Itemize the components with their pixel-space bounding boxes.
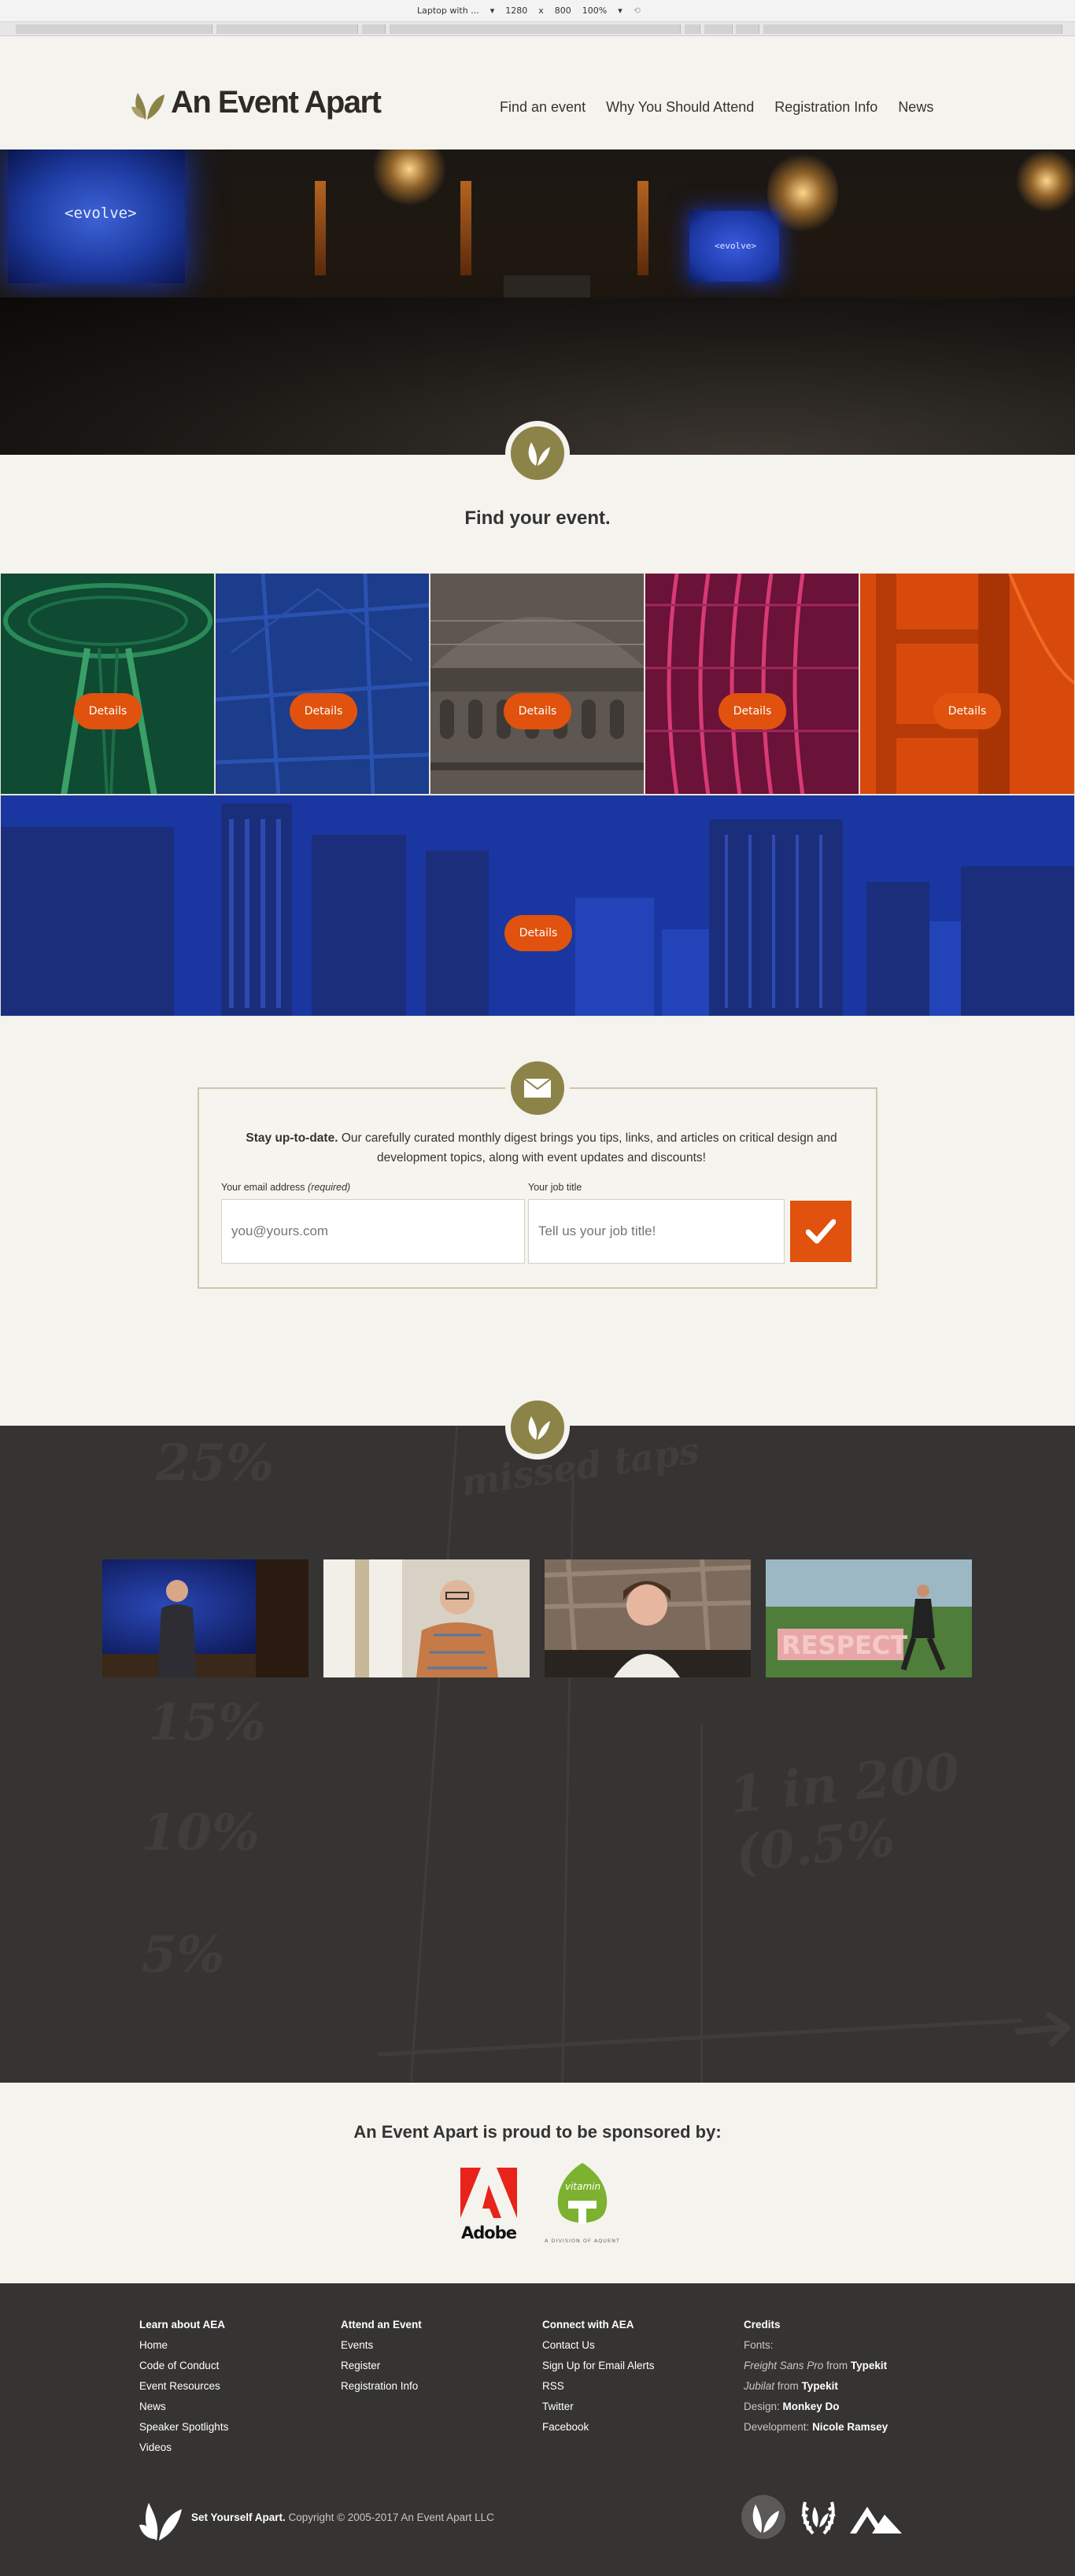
footer-link-videos[interactable]: Videos: [139, 2438, 228, 2458]
video-thumbnail-portrait-man[interactable]: [323, 1559, 530, 1677]
event-tile-san-francisco[interactable]: Details: [859, 573, 1075, 795]
event-tile-skyline[interactable]: Details: [0, 795, 1075, 1017]
footer-col-connect: Connect with AEA Contact Us Sign Up for …: [542, 2315, 655, 2438]
footer-link-speaker-spotlights[interactable]: Speaker Spotlights: [139, 2417, 228, 2438]
device-select[interactable]: Laptop with ...: [417, 6, 479, 16]
logo-text: An Event Apart: [171, 84, 382, 120]
credits-fonts-label: Fonts:: [744, 2339, 774, 2351]
video-section: 25% missed taps 15% 10% 1 in 200 (0.5% 5…: [0, 1426, 1075, 2083]
credits-development: Development: Nicole Ramsey: [744, 2421, 888, 2433]
award-badge-icon: [741, 2495, 785, 2539]
nav-registration-info[interactable]: Registration Info: [774, 99, 877, 116]
site-logo[interactable]: An Event Apart: [130, 83, 382, 121]
devtools-toolbar: Laptop with ... ▾ 1280 x 800 100% ▾ ⟲: [0, 0, 1075, 36]
footer-link-events[interactable]: Events: [341, 2335, 422, 2356]
event-tile-boston[interactable]: Details: [215, 573, 430, 795]
sponsors-heading: An Event Apart is proud to be sponsored …: [353, 2122, 722, 2142]
leaf-logo-icon[interactable]: [138, 2493, 183, 2542]
leaf-badge-icon: [505, 1395, 570, 1460]
footer-link-twitter[interactable]: Twitter: [542, 2397, 655, 2417]
footer-bottom: Set Yourself Apart. Copyright © 2005-201…: [138, 2489, 940, 2545]
checkmark-icon: [806, 1219, 836, 1244]
arrow-right-icon: [1015, 2012, 1070, 2047]
footer-col-title: Attend an Event: [341, 2319, 422, 2331]
nav-find-an-event[interactable]: Find an event: [500, 99, 586, 116]
zoom-select[interactable]: 100%: [582, 6, 607, 16]
job-title-field[interactable]: [528, 1199, 785, 1264]
footer-link-contact[interactable]: Contact Us: [542, 2335, 655, 2356]
credits-design: Design: Monkey Do: [744, 2401, 840, 2412]
bg-stat-25: 25%: [156, 1434, 274, 1493]
details-button[interactable]: Details: [719, 693, 786, 729]
laurel-badge-icon: [801, 2501, 836, 2535]
footer-link-news[interactable]: News: [139, 2397, 228, 2417]
video-thumbnail-respect[interactable]: RESPECT: [766, 1559, 972, 1677]
leaf-logo-icon: [131, 93, 164, 120]
copyright: Set Yourself Apart. Copyright © 2005-201…: [191, 2511, 494, 2523]
envelope-badge-icon: [505, 1056, 570, 1120]
subscribe-button[interactable]: [790, 1201, 852, 1262]
site-header: An Event Apart Find an event Why You Sho…: [0, 36, 1075, 149]
find-event-heading: Find your event.: [464, 507, 611, 529]
bg-stat-missed: missed taps: [458, 1429, 702, 1504]
footer-link-home[interactable]: Home: [139, 2335, 228, 2356]
credits-font-1: Freight Sans Pro from Typekit: [744, 2360, 888, 2371]
sponsors-section: An Event Apart is proud to be sponsored …: [0, 2083, 1075, 2283]
adobe-logo[interactable]: Adobe: [460, 2168, 517, 2242]
svg-text:RESPECT: RESPECT: [781, 1630, 907, 1660]
times-label: x: [538, 6, 544, 16]
bg-stat-5: 5%: [142, 1925, 225, 1984]
nav-news[interactable]: News: [898, 99, 933, 116]
hero-image: <evolve> <evolve>: [0, 149, 1075, 455]
projector-screen-left: <evolve>: [8, 149, 185, 283]
vitamint-logo[interactable]: vitamin A DIVISION OF AQUENT: [543, 2161, 622, 2248]
footer-col-attend: Attend an Event Events Register Registra…: [341, 2315, 422, 2397]
bg-stat-ratio: 1 in 200 (0.5%: [726, 1742, 963, 1884]
footer-link-email-alerts[interactable]: Sign Up for Email Alerts: [542, 2356, 655, 2376]
bg-stat-10: 10%: [142, 1803, 260, 1862]
footer-col-title: Credits: [744, 2319, 781, 2331]
leaf-badge-icon: [505, 421, 570, 485]
chevron-down-icon: ▾: [489, 6, 495, 16]
credits-font-2: Jubilat from Typekit: [744, 2380, 838, 2392]
site-footer: Learn about AEA Home Code of Conduct Eve…: [0, 2283, 1075, 2576]
footer-link-facebook[interactable]: Facebook: [542, 2417, 655, 2438]
footer-col-title: Connect with AEA: [542, 2319, 634, 2331]
rotate-icon[interactable]: ⟲: [634, 6, 641, 16]
details-button[interactable]: Details: [933, 693, 1001, 729]
footer-col-learn: Learn about AEA Home Code of Conduct Eve…: [139, 2315, 228, 2458]
details-button[interactable]: Details: [74, 693, 142, 729]
details-button[interactable]: Details: [504, 693, 571, 729]
bg-stat-15: 15%: [148, 1693, 266, 1752]
footer-link-register[interactable]: Register: [341, 2356, 422, 2376]
newsletter-description: Stay up-to-date. Our carefully curated m…: [246, 1131, 837, 1164]
viewport-width[interactable]: 1280: [505, 6, 527, 16]
email-field[interactable]: [221, 1199, 525, 1264]
footer-link-event-resources[interactable]: Event Resources: [139, 2376, 228, 2397]
details-button[interactable]: Details: [504, 915, 572, 951]
footer-link-rss[interactable]: RSS: [542, 2376, 655, 2397]
job-title-label: Your job title: [528, 1182, 582, 1193]
viewport-height[interactable]: 800: [555, 6, 571, 16]
nav-why-attend[interactable]: Why You Should Attend: [606, 99, 754, 116]
video-thumbnail-speaker[interactable]: [102, 1559, 308, 1677]
projector-screen-right: <evolve>: [689, 211, 779, 282]
details-button[interactable]: Details: [290, 693, 357, 729]
mountain-logo-icon: [850, 2507, 902, 2534]
chevron-down-icon: ▾: [618, 6, 622, 16]
footer-col-credits: Credits Fonts: Freight Sans Pro from Typ…: [744, 2315, 888, 2438]
footer-link-registration-info[interactable]: Registration Info: [341, 2376, 422, 2397]
video-thumbnail-portrait-woman[interactable]: [545, 1559, 751, 1677]
svg-text:vitamin: vitamin: [565, 2181, 600, 2192]
footer-link-code-of-conduct[interactable]: Code of Conduct: [139, 2356, 228, 2376]
event-tile-washington[interactable]: Details: [430, 573, 645, 795]
email-label: Your email address (required): [221, 1182, 351, 1193]
main-nav: Find an event Why You Should Attend Regi…: [500, 99, 933, 116]
event-tile-chicago[interactable]: Details: [645, 573, 859, 795]
footer-col-title: Learn about AEA: [139, 2319, 226, 2331]
media-query-ruler[interactable]: [0, 22, 1075, 36]
event-tile-seattle[interactable]: Details: [0, 573, 215, 795]
